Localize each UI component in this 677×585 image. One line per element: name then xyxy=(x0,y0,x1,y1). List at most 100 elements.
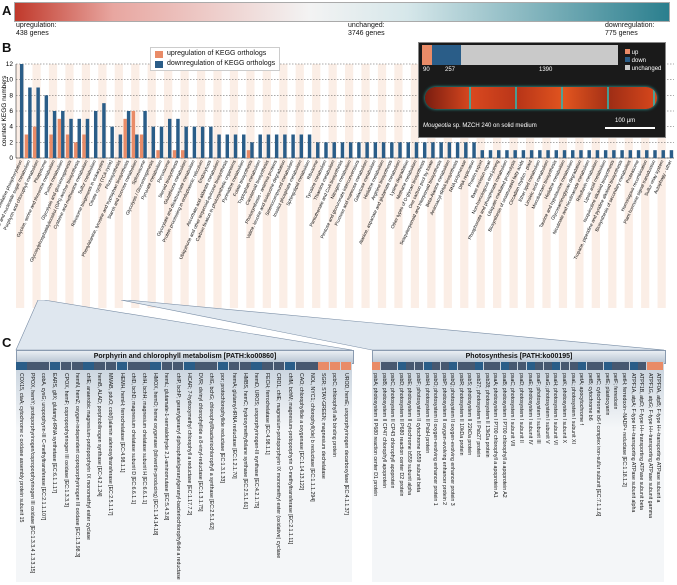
inset-legend-up: up xyxy=(625,49,661,57)
left-gene-color-cell xyxy=(49,362,61,370)
bar-down xyxy=(422,142,427,158)
left-gene-label: chlE; anaerobic magnesium-protoporphyrin… xyxy=(85,373,92,540)
right-gene-label: psbH; photosystem II PsbH protein xyxy=(423,373,430,454)
left-gene-color-cell xyxy=(296,362,307,370)
right-gene-label: psb27; photosystem II Psb27 protein xyxy=(475,373,482,458)
bar-up xyxy=(82,134,86,158)
down-count-text: 775 genes xyxy=(605,30,638,37)
bar-down xyxy=(316,142,320,158)
bar-up xyxy=(131,111,136,158)
inset-val-up: 90 xyxy=(423,67,430,73)
bar-down xyxy=(571,150,575,158)
left-gene-color-cell xyxy=(94,362,106,370)
right-gene-label: petB; cytochrome b6 xyxy=(586,373,593,421)
porphyrin-genes: COX15, ctaA; cytochrome c oxidase assemb… xyxy=(16,362,352,582)
left-gene-color-cell xyxy=(228,362,240,370)
left-gene-color-cell xyxy=(139,362,150,370)
left-gene-label: hemN, hemZ; oxygen-independent coproporp… xyxy=(73,373,80,558)
bar-down xyxy=(291,134,295,158)
right-gene-label: ATPF1G, atpG; F-type H+-transporting ATP… xyxy=(646,373,653,518)
y-tick-label: 8 xyxy=(9,92,13,99)
bar-down xyxy=(200,126,205,158)
bar-down xyxy=(521,150,526,158)
right-gene-color-cell xyxy=(414,362,424,370)
right-gene-label: psaG; photosystem I subunit V xyxy=(543,373,550,444)
inset-legend: up down unchanged xyxy=(625,49,661,73)
bar-up xyxy=(246,150,251,158)
bar-down xyxy=(61,111,65,158)
left-gene-label: por; protochlorophyllide reductase [EC:1… xyxy=(219,373,226,483)
bar-down xyxy=(19,64,24,158)
left-gene-label: CPOX, hemF; coproporphyrinogen III oxida… xyxy=(62,373,69,507)
right-gene-color-cell xyxy=(560,362,570,370)
right-gene-color-cell xyxy=(578,362,587,370)
left-gene-label: COX15, ctaA; cytochrome c oxidase assemb… xyxy=(17,373,24,523)
inset-caption-genus: Mougeotia xyxy=(423,123,452,129)
right-gene-color-cell xyxy=(526,362,535,370)
bar-up xyxy=(32,126,37,158)
right-gene-color-cell xyxy=(457,362,466,370)
filament-septa xyxy=(425,87,657,109)
right-gene-label: petC; cytochrome b6-f complex iron-sulfu… xyxy=(595,373,602,517)
bar-down xyxy=(283,134,287,158)
right-gene-label: psb28; photosystem II 13kDa protein xyxy=(483,373,490,458)
y-axis-label: counted KEGG numbers xyxy=(1,75,8,147)
unch-label-text: unchanged: xyxy=(348,22,385,29)
left-gene-color-cell xyxy=(105,362,117,370)
right-gene-color-cell xyxy=(569,362,578,370)
bar-down xyxy=(348,142,353,158)
right-gene-label: psbQ; photosystem II oxygen-evolving enh… xyxy=(449,373,456,506)
bar-down xyxy=(505,150,509,158)
bar-down xyxy=(398,142,402,158)
right-gene-label: psbS; photosystem II 22kDa protein xyxy=(466,373,473,456)
bar-down xyxy=(85,118,90,158)
left-gene-color-cell xyxy=(116,362,128,370)
bar-down xyxy=(93,111,98,158)
right-gene-label: psaK; photosystem I subunit X xyxy=(560,373,567,444)
right-gene-label: psbD; photosystem II P680 reaction cente… xyxy=(397,373,404,497)
left-gene-color-cell xyxy=(184,362,195,370)
inset-legend-down-text: down xyxy=(631,58,647,64)
bar-up xyxy=(57,118,62,158)
left-gene-color-cell xyxy=(340,362,352,370)
bar-down xyxy=(455,142,460,158)
bar-up xyxy=(74,142,78,158)
legend-swatch-down xyxy=(155,60,163,68)
bar-up xyxy=(49,134,53,158)
right-gene-color-cell xyxy=(372,362,381,370)
chart-legend: upregulation of KEGG orthologs downregul… xyxy=(150,47,281,71)
left-gene-color-cell xyxy=(240,362,251,370)
left-gene-color-cell xyxy=(273,362,285,370)
right-gene-label: psaD; photosystem I subunit II xyxy=(518,373,524,443)
bar-down xyxy=(357,142,361,158)
inset-caption: Mougeotia sp. MZCH 240 on solid medium xyxy=(423,123,537,130)
right-gene-color-cell xyxy=(475,362,484,370)
bar-down xyxy=(176,118,180,158)
bar-down xyxy=(159,126,164,158)
left-gene-color-cell xyxy=(60,362,72,370)
bar-down xyxy=(36,87,40,158)
bar-down xyxy=(167,118,172,158)
bar-down xyxy=(513,150,517,158)
right-gene-color-cell xyxy=(518,362,527,370)
inset-legend-up-text: up xyxy=(631,50,639,56)
unchanged-label: unchanged: 3746 genes xyxy=(348,22,385,38)
left-gene-color-cell xyxy=(150,362,162,370)
bar-down xyxy=(250,142,254,158)
scale-bar xyxy=(605,127,655,129)
right-gene-color-cell xyxy=(552,362,561,370)
bar-down xyxy=(612,150,616,158)
right-gene-label: psaC; photosystem I subunit VII xyxy=(509,373,516,447)
bar-down xyxy=(636,150,641,158)
bar-up xyxy=(172,150,177,158)
left-gene-label: HMBS, hemC; hydroxymethylbilane synthase… xyxy=(241,373,248,509)
inset-legend-unch: unchanged xyxy=(625,65,661,73)
bar-down xyxy=(496,150,501,158)
bar-down xyxy=(126,111,131,158)
left-gene-label: NOL, NYC1; chlorophyll(ide) b reductase … xyxy=(309,373,316,502)
left-gene-color-cell xyxy=(318,362,330,370)
right-gene-label: psaE; photosystem I subunit IV xyxy=(526,373,533,445)
inset-val-unchanged: 1390 xyxy=(539,67,553,73)
bar-down xyxy=(233,134,238,158)
bar-down xyxy=(266,134,271,158)
